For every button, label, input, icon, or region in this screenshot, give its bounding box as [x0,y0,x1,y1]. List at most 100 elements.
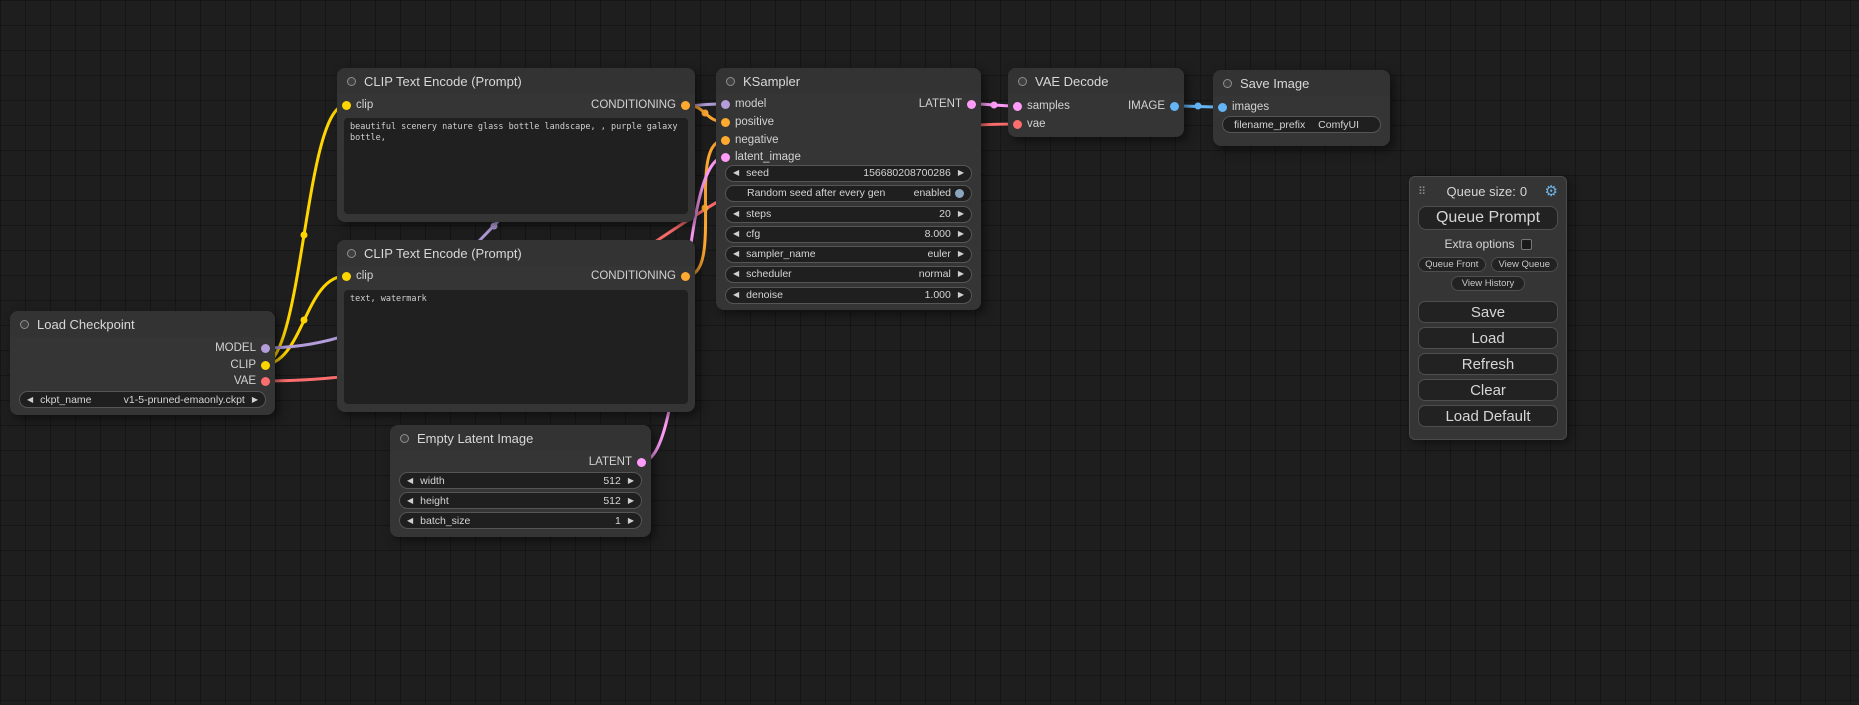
node-header[interactable]: CLIP Text Encode (Prompt) [337,240,695,266]
widget-height[interactable]: ◀ height 512 ▶ [399,492,642,509]
decrement-arrow-icon[interactable]: ◀ [733,210,739,218]
decrement-arrow-icon[interactable]: ◀ [733,291,739,299]
clear-button[interactable]: Clear [1418,379,1558,401]
widget-filename-prefix[interactable]: filename_prefix ComfyUI [1222,116,1381,133]
widget-width[interactable]: ◀ width 512 ▶ [399,472,642,489]
negative-input-port[interactable] [721,136,730,145]
widget-label: height [420,495,603,507]
increment-arrow-icon[interactable]: ▶ [958,230,964,238]
increment-arrow-icon[interactable]: ▶ [958,210,964,218]
queue-size-value: 0 [1520,184,1527,199]
increment-arrow-icon[interactable]: ▶ [628,517,634,525]
slot-label: vae [1027,118,1046,130]
node-vae-decode[interactable]: VAE Decode samples vae IMAGE [1008,68,1184,137]
collapse-toggle-icon[interactable] [20,320,29,329]
node-graph-canvas[interactable]: Load Checkpoint MODEL CLIP VAE ◀ ckpt_na… [0,0,1859,705]
collapse-toggle-icon[interactable] [1223,79,1232,88]
prompt-textarea[interactable]: beautiful scenery nature glass bottle la… [344,118,688,214]
node-header[interactable]: KSampler [716,68,981,94]
queue-buttons-row: Queue Front View Queue [1418,257,1558,272]
widget-ckpt-name[interactable]: ◀ ckpt_name v1-5-pruned-emaonly.ckpt ▶ [19,391,266,408]
node-header[interactable]: Save Image [1213,70,1390,96]
increment-arrow-icon[interactable]: ▶ [628,477,634,485]
decrement-arrow-icon[interactable]: ◀ [27,396,33,404]
widget-steps[interactable]: ◀ steps 20 ▶ [725,206,972,223]
widget-scheduler[interactable]: ◀ scheduler normal ▶ [725,266,972,283]
settings-gear-icon[interactable]: ⚙ [1545,184,1558,199]
toggle-indicator-icon[interactable] [955,189,964,198]
widget-sampler-name[interactable]: ◀ sampler_name euler ▶ [725,246,972,263]
slot-output-latent: LATENT [716,96,981,112]
node-title: CLIP Text Encode (Prompt) [364,74,522,89]
node-load-checkpoint[interactable]: Load Checkpoint MODEL CLIP VAE ◀ ckpt_na… [10,311,275,415]
decrement-arrow-icon[interactable]: ◀ [733,230,739,238]
model-output-port[interactable] [261,344,270,353]
widget-value: 1 [615,515,621,527]
clip-output-port[interactable] [261,361,270,370]
collapse-toggle-icon[interactable] [347,77,356,86]
latent-output-port[interactable] [967,100,976,109]
decrement-arrow-icon[interactable]: ◀ [733,169,739,177]
load-button[interactable]: Load [1418,327,1558,349]
increment-arrow-icon[interactable]: ▶ [252,396,258,404]
slot-input-negative: negative [716,132,981,148]
positive-input-port[interactable] [721,118,730,127]
image-output-port[interactable] [1170,102,1179,111]
slot-label: latent_image [735,151,801,163]
load-default-button[interactable]: Load Default [1418,405,1558,427]
node-ksampler[interactable]: KSampler model positive negative latent_… [716,68,981,310]
conditioning-output-port[interactable] [681,272,690,281]
widget-value: 512 [603,495,621,507]
node-header[interactable]: Load Checkpoint [10,311,275,337]
increment-arrow-icon[interactable]: ▶ [958,250,964,258]
latent-output-port[interactable] [637,458,646,467]
widget-seed[interactable]: ◀ seed 156680208700286 ▶ [725,165,972,182]
conditioning-output-port[interactable] [681,101,690,110]
node-title: Save Image [1240,76,1309,91]
decrement-arrow-icon[interactable]: ◀ [733,250,739,258]
latent-image-input-port[interactable] [721,153,730,162]
vae-input-port[interactable] [1013,120,1022,129]
wire-midpoint-dot [1195,103,1202,110]
widget-label: denoise [746,289,924,301]
decrement-arrow-icon[interactable]: ◀ [733,270,739,278]
prompt-textarea[interactable]: text, watermark [344,290,688,404]
view-queue-button[interactable]: View Queue [1491,257,1559,272]
node-title: VAE Decode [1035,74,1108,89]
collapse-toggle-icon[interactable] [1018,77,1027,86]
save-button[interactable]: Save [1418,301,1558,323]
widget-value: 20 [939,208,951,220]
increment-arrow-icon[interactable]: ▶ [958,291,964,299]
node-header[interactable]: Empty Latent Image [390,425,651,451]
node-empty-latent-image[interactable]: Empty Latent Image LATENT ◀ width 512 ▶ … [390,425,651,537]
widget-denoise[interactable]: ◀ denoise 1.000 ▶ [725,287,972,304]
decrement-arrow-icon[interactable]: ◀ [407,477,413,485]
node-header[interactable]: CLIP Text Encode (Prompt) [337,68,695,94]
refresh-button[interactable]: Refresh [1418,353,1558,375]
collapse-toggle-icon[interactable] [347,249,356,258]
widget-random-seed-toggle[interactable]: Random seed after every gen enabled [725,185,972,202]
increment-arrow-icon[interactable]: ▶ [958,270,964,278]
widget-label: width [420,475,603,487]
decrement-arrow-icon[interactable]: ◀ [407,517,413,525]
widget-batch-size[interactable]: ◀ batch_size 1 ▶ [399,512,642,529]
images-input-port[interactable] [1218,103,1227,112]
node-clip-text-encode-negative[interactable]: CLIP Text Encode (Prompt) clip CONDITION… [337,240,695,412]
queue-front-button[interactable]: Queue Front [1418,257,1486,272]
collapse-toggle-icon[interactable] [400,434,409,443]
extra-options-label: Extra options [1444,237,1514,251]
view-history-button[interactable]: View History [1451,276,1525,291]
widget-label: sampler_name [746,248,927,260]
increment-arrow-icon[interactable]: ▶ [958,169,964,177]
drag-handle-icon[interactable]: ⠿ [1418,185,1426,198]
node-header[interactable]: VAE Decode [1008,68,1184,94]
node-clip-text-encode-positive[interactable]: CLIP Text Encode (Prompt) clip CONDITION… [337,68,695,222]
collapse-toggle-icon[interactable] [726,77,735,86]
widget-cfg[interactable]: ◀ cfg 8.000 ▶ [725,226,972,243]
vae-output-port[interactable] [261,377,270,386]
increment-arrow-icon[interactable]: ▶ [628,497,634,505]
queue-prompt-button[interactable]: Queue Prompt [1418,206,1558,230]
extra-options-checkbox[interactable] [1521,239,1532,250]
node-save-image[interactable]: Save Image images filename_prefix ComfyU… [1213,70,1390,146]
decrement-arrow-icon[interactable]: ◀ [407,497,413,505]
